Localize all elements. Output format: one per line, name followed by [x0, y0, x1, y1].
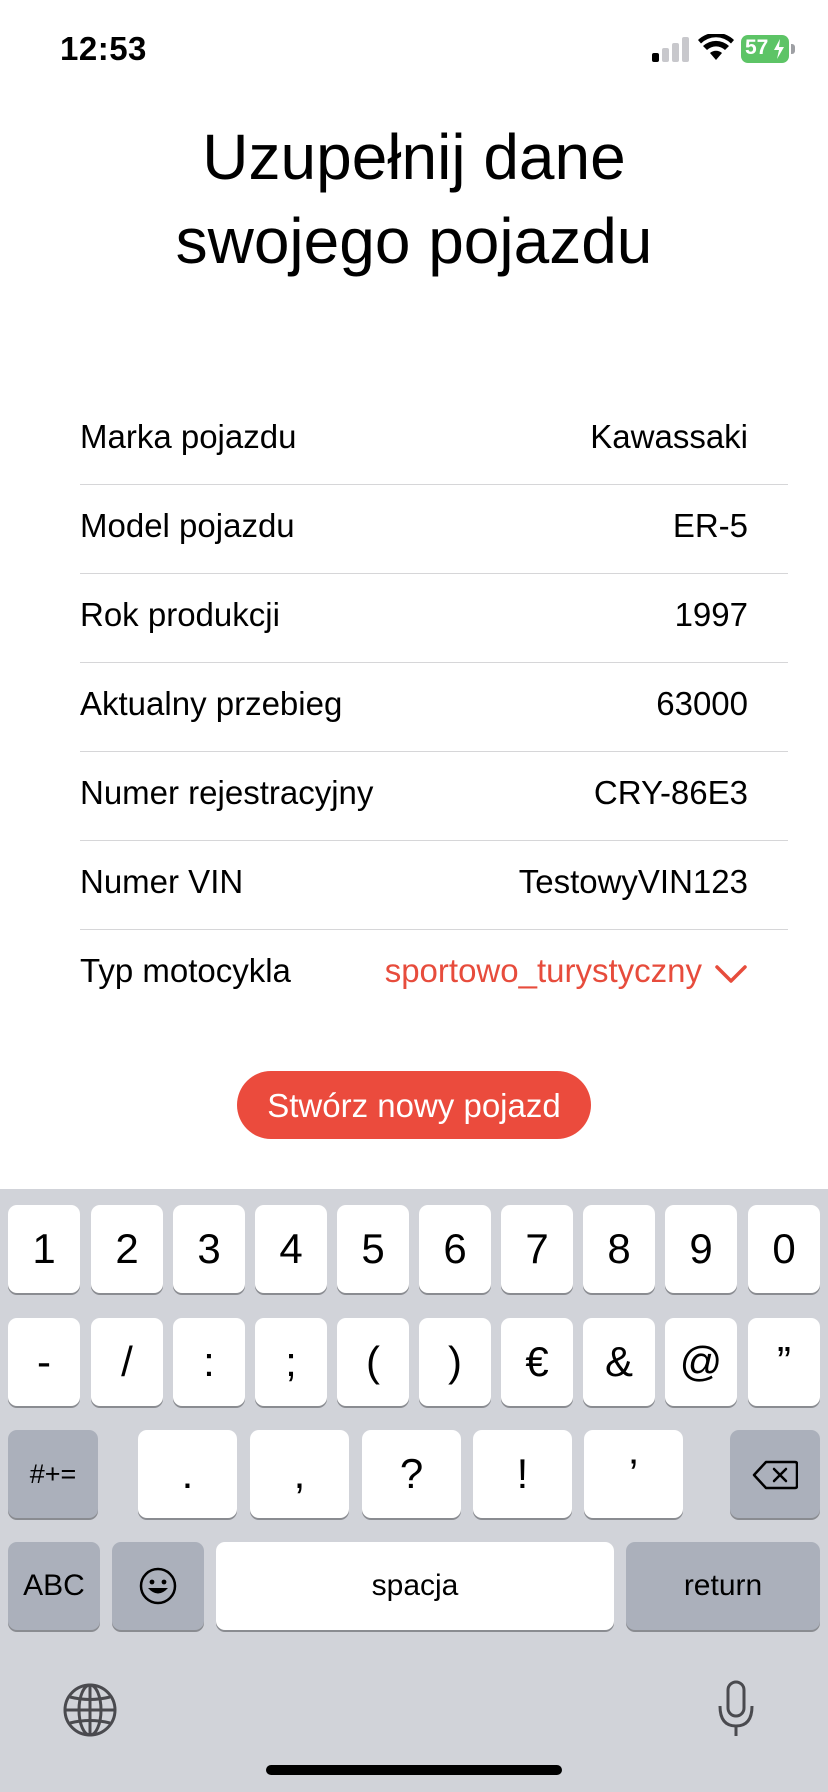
- key-8[interactable]: 8: [583, 1205, 655, 1293]
- page-title-line2: swojego pojazdu: [175, 205, 653, 277]
- key-hyphen[interactable]: -: [8, 1318, 80, 1406]
- key-semicolon[interactable]: ;: [255, 1318, 327, 1406]
- key-ampersand[interactable]: &: [583, 1318, 655, 1406]
- vehicle-form: Marka pojazdu Kawassaki Model pojazdu ER…: [80, 396, 788, 1018]
- year-label: Rok produkcji: [80, 596, 280, 633]
- battery-level: 57: [745, 36, 769, 59]
- key-at[interactable]: @: [665, 1318, 737, 1406]
- chevron-down-icon[interactable]: [714, 962, 748, 986]
- key-close-paren[interactable]: ): [419, 1318, 491, 1406]
- key-7[interactable]: 7: [501, 1205, 573, 1293]
- page-title-line1: Uzupełnij dane: [202, 121, 626, 193]
- page-title: Uzupełnij dane swojego pojazdu: [0, 115, 828, 283]
- form-row-registration[interactable]: Numer rejestracyjny CRY-86E3: [80, 752, 788, 841]
- mileage-field[interactable]: 63000: [656, 685, 748, 723]
- key-slash[interactable]: /: [91, 1318, 163, 1406]
- key-0[interactable]: 0: [748, 1205, 820, 1293]
- key-exclamation[interactable]: !: [473, 1430, 572, 1518]
- make-label: Marka pojazdu: [80, 418, 297, 455]
- form-row-model[interactable]: Model pojazdu ER-5: [80, 485, 788, 574]
- key-5[interactable]: 5: [337, 1205, 409, 1293]
- key-quote[interactable]: ”: [748, 1318, 820, 1406]
- vin-label: Numer VIN: [80, 863, 244, 900]
- registration-field[interactable]: CRY-86E3: [594, 774, 748, 812]
- key-open-paren[interactable]: (: [337, 1318, 409, 1406]
- backspace-key[interactable]: [730, 1430, 820, 1518]
- create-vehicle-button[interactable]: Stwórz nowy pojazd: [237, 1071, 591, 1139]
- key-apostrophe[interactable]: ’: [584, 1430, 683, 1518]
- key-3[interactable]: 3: [173, 1205, 245, 1293]
- model-field[interactable]: ER-5: [673, 507, 748, 545]
- motorcycle-type-select[interactable]: sportowo_turystyczny: [385, 952, 702, 990]
- motorcycle-type-label: Typ motocykla: [80, 952, 291, 989]
- charging-bolt-icon: [774, 39, 784, 59]
- registration-label: Numer rejestracyjny: [80, 774, 374, 811]
- form-row-vin[interactable]: Numer VIN TestowyVIN123: [80, 841, 788, 930]
- status-time: 12:53: [60, 30, 147, 67]
- key-1[interactable]: 1: [8, 1205, 80, 1293]
- key-comma[interactable]: ,: [250, 1430, 349, 1518]
- microphone-icon[interactable]: [716, 1680, 756, 1740]
- symbols-key[interactable]: #+=: [8, 1430, 98, 1518]
- battery-icon: 57: [741, 35, 789, 63]
- key-6[interactable]: 6: [419, 1205, 491, 1293]
- key-euro[interactable]: €: [501, 1318, 573, 1406]
- space-key[interactable]: spacja: [216, 1542, 614, 1630]
- return-key[interactable]: return: [626, 1542, 820, 1630]
- form-row-make[interactable]: Marka pojazdu Kawassaki: [80, 396, 788, 485]
- make-field[interactable]: Kawassaki: [590, 418, 748, 456]
- backspace-icon: [752, 1460, 798, 1490]
- emoji-icon: [139, 1567, 177, 1605]
- form-row-motorcycle-type[interactable]: Typ motocykla sportowo_turystyczny: [80, 930, 788, 1018]
- cellular-signal-icon: [652, 36, 692, 62]
- globe-icon[interactable]: [62, 1682, 118, 1738]
- wifi-icon: [698, 34, 734, 60]
- key-2[interactable]: 2: [91, 1205, 163, 1293]
- form-row-year[interactable]: Rok produkcji 1997: [80, 574, 788, 663]
- key-period[interactable]: .: [138, 1430, 237, 1518]
- abc-key[interactable]: ABC: [8, 1542, 100, 1630]
- key-question[interactable]: ?: [362, 1430, 461, 1518]
- model-label: Model pojazdu: [80, 507, 295, 544]
- key-colon[interactable]: :: [173, 1318, 245, 1406]
- key-9[interactable]: 9: [665, 1205, 737, 1293]
- key-4[interactable]: 4: [255, 1205, 327, 1293]
- home-indicator[interactable]: [266, 1765, 562, 1775]
- vin-field[interactable]: TestowyVIN123: [519, 863, 748, 901]
- mileage-label: Aktualny przebieg: [80, 685, 343, 722]
- battery-cap: [791, 44, 795, 54]
- status-bar: 12:53 57: [0, 0, 828, 100]
- year-field[interactable]: 1997: [675, 596, 748, 634]
- emoji-key[interactable]: [112, 1542, 204, 1630]
- form-row-mileage[interactable]: Aktualny przebieg 63000: [80, 663, 788, 752]
